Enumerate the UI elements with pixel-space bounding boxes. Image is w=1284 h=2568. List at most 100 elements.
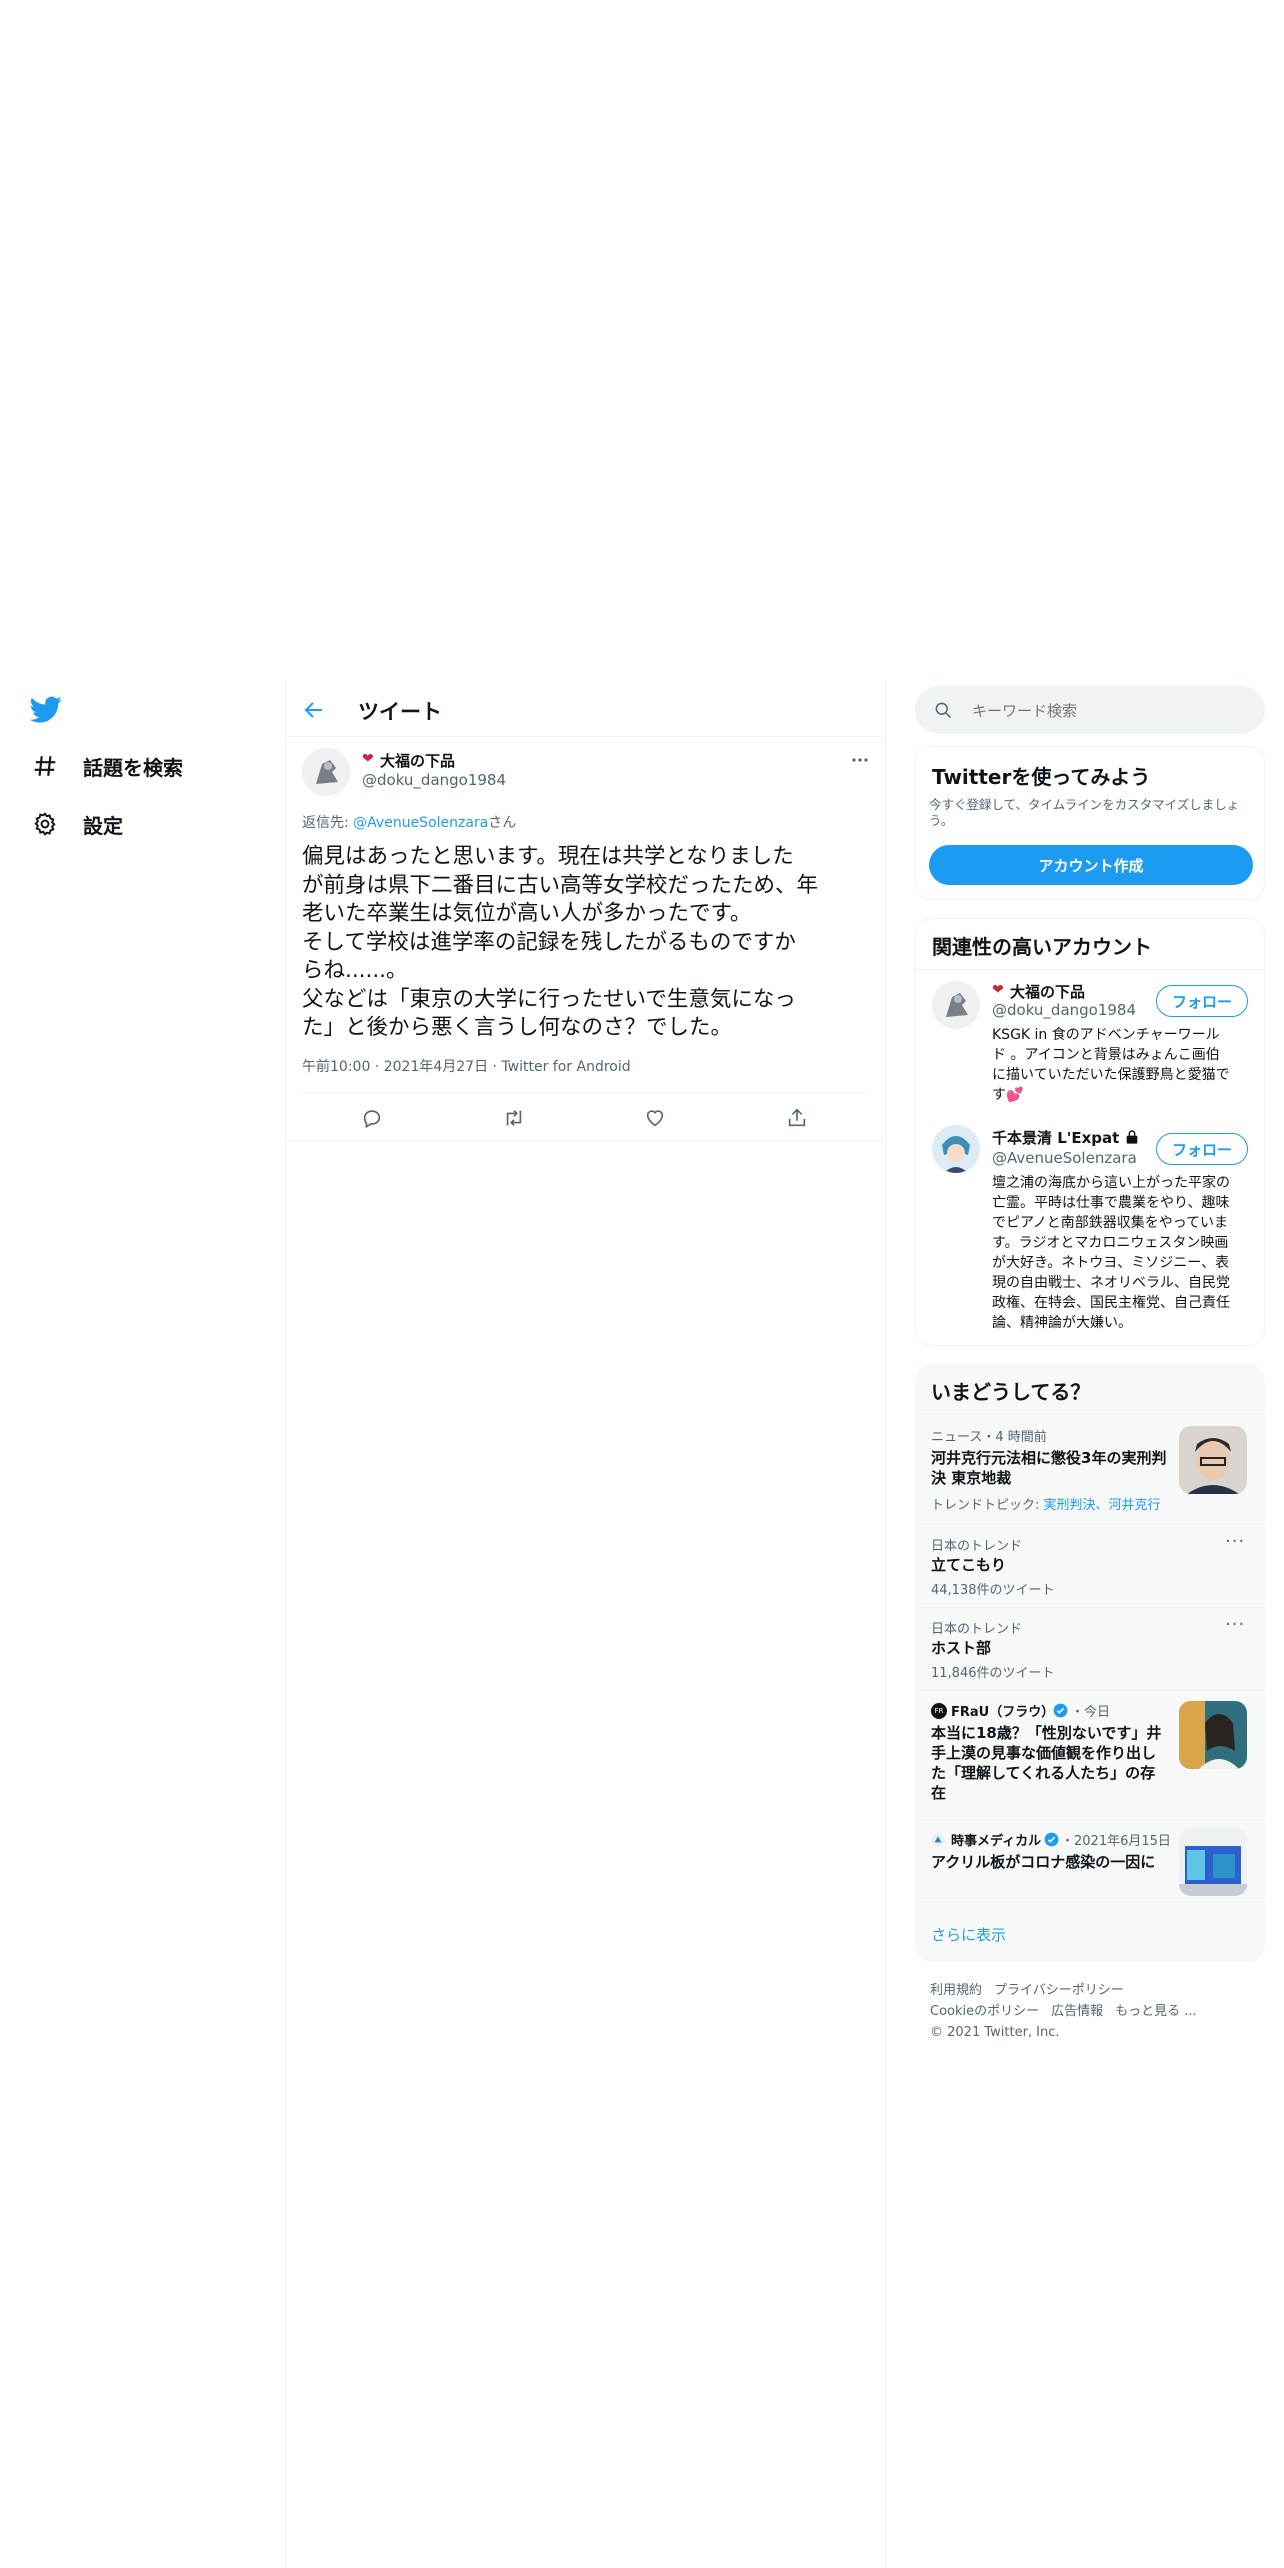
footer-cookies-link[interactable]: Cookieのポリシー [930,2004,1039,2019]
signup-desc-line: う。 [929,813,954,828]
heart-emoji-icon: ❤ [362,751,374,767]
bio-line: す。ラジオとマカロニウェスタン映画 [992,1235,1229,1251]
twitter-logo-icon[interactable] [29,693,62,725]
footer-ads-link[interactable]: 広告情報 [1051,2004,1103,2019]
heart-emoji-icon: ❤ [992,982,1004,998]
avatar[interactable] [302,748,350,796]
trend-title-line: 在 [931,1784,947,1802]
share-icon [788,1108,806,1127]
more-options-icon[interactable]: ··· [1225,1531,1245,1552]
source-logo-icon: FR [931,1703,947,1719]
source-line: FRaU（フラウ） [951,1701,1054,1720]
reply-to-link[interactable]: @AvenueSolenzara [353,815,488,831]
related-title: 関連性の高いアカウント [932,935,1152,959]
reply-icon [363,1110,381,1129]
tweet-line: そして学校は進学率の記録を残したがるものですか [302,929,796,955]
signup-desc-line: 今すぐ登録して、タイムラインをカスタマイズしましょ [929,797,1240,812]
trends-panel: いまどうしてる？ ニュース・4 時間前 河井克行元法相に懲役3年の実刑判 決 東… [915,1364,1265,1962]
back-arrow-icon[interactable] [302,698,330,722]
meta-divider [302,1092,868,1093]
avatar[interactable] [932,981,980,1029]
trend-title-line: 決 東京地裁 [931,1469,1012,1487]
author-name[interactable]: 大福の下品 [380,750,455,771]
footer-privacy-link[interactable]: プライバシーポリシー [994,1983,1124,1998]
account-bio: KSGK in 食のアドベンチャーワール ド 。アイコンと背景はみょんこ画伯 に… [992,1025,1254,1105]
reply-button[interactable] [352,1098,392,1138]
bio-line: KSGK in 食のアドベンチャーワール [992,1027,1220,1043]
reply-suffix: さん [488,815,517,831]
trend-title: 立てこもり [931,1556,1007,1574]
account-name[interactable]: 千本景清 L'Expatr... [992,1127,1120,1148]
news-thumbnail [1179,1828,1247,1896]
account-handle[interactable]: @doku_dango1984 [992,1001,1136,1019]
tweet-line: 父などは「東京の大学に行ったせいで生意気になっ [302,986,796,1012]
source-name: FRaU（フラウ） [951,1705,1055,1720]
reply-context: 返信先: @AvenueSolenzaraさん [302,812,516,832]
tweet-date[interactable]: 2021年4月27日 [384,1059,488,1075]
verified-icon [1053,1703,1068,1722]
trend-topic-links[interactable]: 実刑判決、河井克行 [1044,1498,1161,1513]
bio-line: す💕 [992,1087,1024,1103]
bio-line: が大好き。ネトウヨ、ミソジニー、表 [992,1255,1230,1271]
tweet-line: が前身は県下二番目に古い高等女学校だったため、年 [302,872,819,898]
bio-line: に描いていただいた保護野鳥と愛猫で [992,1067,1230,1083]
header-divider [286,736,884,737]
tweet-source[interactable]: Twitter for Android [501,1059,630,1075]
trend-title-line: 河井克行元法相に懲役3年の実刑判 [931,1449,1167,1467]
trend-topic-prefix: トレンドトピック: [931,1498,1044,1513]
nav-explore-label: 話題を検索 [83,755,183,780]
more-options-icon[interactable] [848,748,872,772]
nav-settings-label: 設定 [83,813,123,838]
footer: 利用規約 プライバシーポリシー Cookieのポリシー 広告情報 もっと見る ... … [930,1980,1260,2043]
account-bio: 壇之浦の海底から這い上がった平家の 亡霊。平時は仕事で農業をやり、趣味 でピアノ… [992,1173,1256,1333]
footer-terms-link[interactable]: 利用規約 [930,1983,982,1998]
retweet-button[interactable] [494,1098,534,1138]
nav-explore[interactable]: 話題を検索 [32,750,183,782]
trend-item[interactable]: 時事メディカル ・2021年6月15日 アクリル板がコロナ感染の一因に [915,1820,1265,1902]
source-name: 時事メディカル [951,1834,1042,1849]
nav-settings[interactable]: 設定 [32,808,123,840]
bio-line: 壇之浦の海底から這い上がった平家の [992,1175,1230,1191]
gear-icon [32,811,58,837]
search-icon [933,700,953,724]
news-thumbnail [1179,1426,1247,1494]
tweet-text: 偏見はあったと思います。現在は共学となりました が前身は県下二番目に古い高等女学… [302,843,882,1043]
trend-title-line: 本当に18歳？「性別ないです」井 [931,1724,1162,1742]
trend-item[interactable]: ニュース・4 時間前 河井克行元法相に懲役3年の実刑判 決 東京地裁 トレンドト… [915,1416,1265,1524]
avatar[interactable] [932,1125,980,1173]
hashtag-icon [32,753,58,779]
like-button[interactable] [635,1098,675,1138]
tweet-line: 老いた卒業生は気位が高い人が多かったです。 [302,901,752,926]
signup-title: Twitterを使ってみよう [932,765,1151,789]
source-when: ・今日 [1071,1705,1111,1720]
bio-line: 亡霊。平時は仕事で農業をやり、趣味 [992,1195,1230,1211]
author-handle[interactable]: @doku_dango1984 [362,771,506,789]
signup-panel: Twitterを使ってみよう 今すぐ登録して、タイムラインをカスタマイズしましょ… [915,746,1265,900]
trend-item[interactable]: 日本のトレンド 立てこもり 44,138件のツイート ··· [915,1525,1265,1607]
tweet-time[interactable]: 午前10:00 [302,1059,370,1075]
bio-line: 論、精神論が大嫌い。 [992,1315,1132,1331]
share-button[interactable] [777,1098,817,1138]
account-name[interactable]: 大福の下品 [1010,981,1085,1002]
trend-title: 本当に18歳？「性別ないです」井 手上漠の見事な価値観を作り出し た「理解してく… [931,1723,1171,1803]
show-more-link[interactable]: さらに表示 [931,1924,1006,1945]
trend-divider [915,1902,1265,1903]
trend-meta: 日本のトレンド [931,1539,1023,1554]
create-account-button[interactable]: アカウント作成 [929,845,1253,885]
trends-title: いまどうしてる？ [931,1380,1091,1404]
footer-more-link[interactable]: もっと見る ... [1115,2004,1197,2019]
trend-item[interactable]: 日本のトレンド ホスト部 11,846件のツイート ··· [915,1608,1265,1690]
lock-icon [1124,1129,1140,1149]
follow-button[interactable]: フォロー [1156,985,1248,1017]
more-options-icon[interactable]: ··· [1225,1614,1245,1635]
trend-title: アクリル板がコロナ感染の一因に [931,1853,1156,1871]
search-box[interactable] [915,686,1265,734]
follow-button[interactable]: フォロー [1156,1133,1248,1165]
footer-copyright: © 2021 Twitter, Inc. [930,2025,1060,2040]
search-input[interactable] [970,698,1244,724]
related-divider [916,969,1264,970]
account-handle[interactable]: @AvenueSolenzara [992,1149,1137,1167]
trend-item[interactable]: FR FRaU（フラウ） ・今日 本当に18歳？「性別ないです」井 手上漠の見事… [915,1691,1265,1819]
reply-prefix: 返信先: [302,815,354,831]
page-title: ツイート [358,700,442,724]
